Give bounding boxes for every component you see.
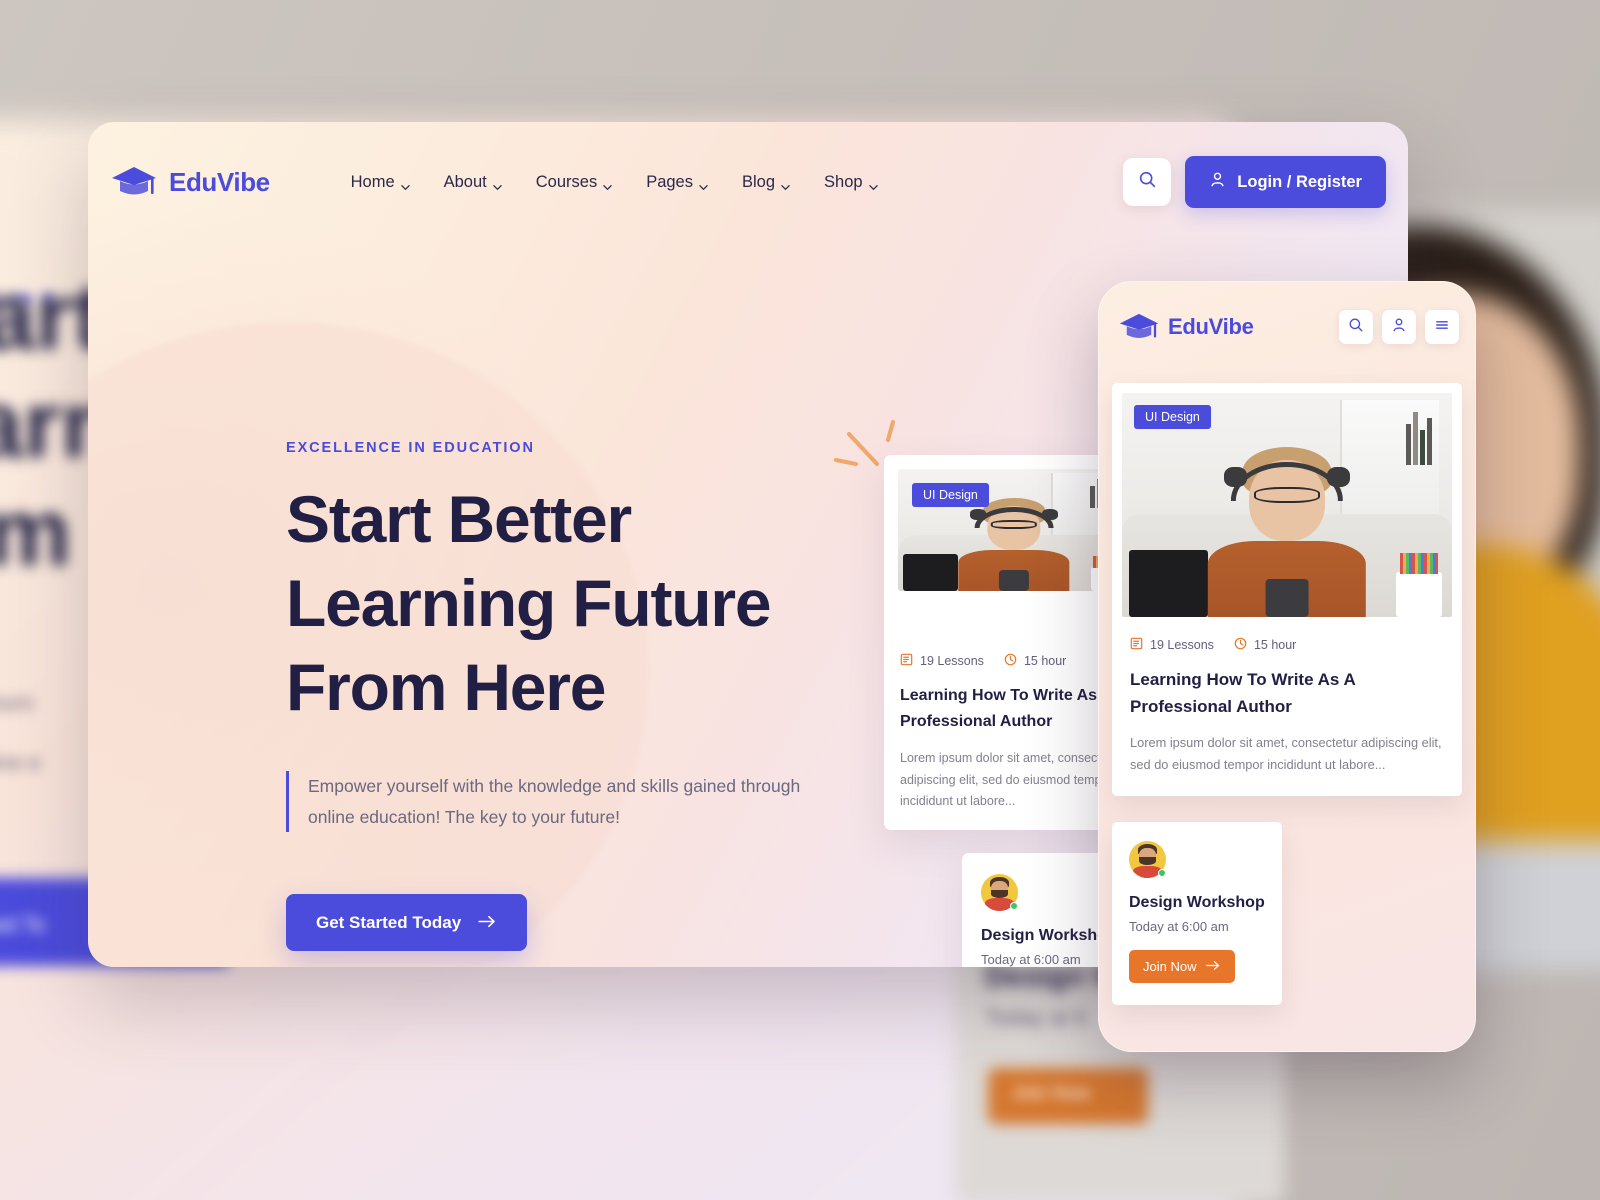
mobile-course-card[interactable]: UI Design 19 Lessons 15 hour Learning Ho… — [1112, 383, 1462, 797]
chevron-down-icon — [699, 178, 708, 190]
brand-name: EduVibe — [169, 166, 270, 197]
main-menu: Home About Courses Pages Blog Shop — [351, 173, 878, 192]
hero-subtitle-wrap: Empower yourself with the knowledge and … — [286, 771, 806, 833]
arrow-right-icon — [478, 913, 497, 933]
nav-label: Pages — [646, 172, 693, 191]
chevron-down-icon — [400, 178, 410, 190]
page-title: Start Better Learning Future From Here — [286, 478, 806, 729]
online-status-dot — [1010, 902, 1018, 910]
graduation-cap-icon — [1118, 312, 1160, 342]
brand-logo[interactable]: EduVibe — [110, 165, 270, 199]
mobile-workshop-time: Today at 6:00 am — [1129, 919, 1229, 935]
mobile-navbar: EduVibe — [1099, 282, 1475, 344]
hero-section: EXCELLENCE IN EDUCATION Start Better Lea… — [286, 440, 806, 952]
lessons-icon — [1130, 637, 1143, 653]
background-join-label: Join Now — [1012, 1083, 1091, 1104]
lessons-label: 19 Lessons — [1150, 638, 1214, 652]
nav-label: Courses — [535, 172, 598, 191]
mobile-brand-logo[interactable]: EduVibe — [1118, 312, 1254, 342]
nav-item-courses[interactable]: Courses — [536, 173, 612, 192]
mobile-workshop-card[interactable]: Design Workshop Today at 6:00 am Join No… — [1112, 822, 1282, 1006]
chevron-down-icon — [493, 178, 502, 190]
clock-icon — [1234, 637, 1247, 653]
mobile-search-button[interactable] — [1339, 310, 1373, 344]
login-register-button[interactable]: Login / Register — [1185, 156, 1386, 208]
course-lessons: 19 Lessons — [900, 653, 984, 669]
nav-item-home[interactable]: Home — [351, 173, 410, 192]
user-icon — [1391, 317, 1407, 338]
chevron-down-icon — [868, 178, 878, 190]
nav-item-about[interactable]: About — [444, 173, 502, 192]
join-label: Join Now — [1143, 959, 1197, 975]
background-workshop-time: Today at 6 — [985, 1005, 1087, 1030]
online-status-dot — [1158, 869, 1166, 878]
nav-item-shop[interactable]: Shop — [824, 173, 878, 192]
login-label: Login / Register — [1237, 172, 1362, 191]
lessons-icon — [900, 653, 913, 669]
nav-item-blog[interactable]: Blog — [742, 173, 790, 192]
arrow-right-icon — [1206, 959, 1221, 974]
nav-label: About — [443, 172, 487, 191]
mobile-mockup: EduVibe UI Design 19 Lessons 15 hour Lea… — [1098, 281, 1476, 1052]
headline-line-2: Learning Future — [286, 565, 772, 640]
headline-line-1: Start Better — [286, 482, 632, 556]
cta-label: Get Started Today — [316, 912, 462, 932]
search-button[interactable] — [1123, 158, 1172, 206]
get-started-button[interactable]: Get Started Today — [286, 894, 528, 952]
mobile-brand-name: EduVibe — [1168, 314, 1254, 339]
mobile-course-title: Learning How To Write As A Professional … — [1130, 670, 1356, 717]
mobile-course-category-badge: UI Design — [1134, 405, 1211, 429]
mobile-course-lessons: 19 Lessons — [1130, 637, 1214, 653]
mobile-course-duration: 15 hour — [1234, 637, 1296, 653]
background-cta-label: ted To — [0, 912, 46, 937]
mobile-course-description: Lorem ipsum dolor sit amet, consectetur … — [1130, 735, 1442, 773]
nav-label: Shop — [824, 172, 863, 191]
lessons-label: 19 Lessons — [920, 654, 984, 668]
avatar — [1129, 841, 1166, 879]
mobile-menu-button[interactable] — [1425, 310, 1459, 344]
navbar-actions: Login / Register — [1123, 156, 1386, 208]
avatar — [981, 874, 1018, 911]
headline-line-3: From Here — [286, 649, 606, 724]
chevron-down-icon — [603, 178, 612, 190]
nav-label: Home — [350, 172, 395, 191]
mobile-course-meta: 19 Lessons 15 hour — [1112, 637, 1462, 653]
nav-item-pages[interactable]: Pages — [646, 173, 708, 192]
hamburger-menu-icon — [1434, 317, 1450, 338]
mobile-nav-actions — [1339, 310, 1459, 344]
graduation-cap-icon — [110, 165, 158, 199]
search-icon — [1348, 317, 1364, 338]
nav-label: Blog — [742, 172, 776, 191]
background-headline-3: m — [0, 479, 72, 586]
mobile-workshop-title: Design Workshop — [1129, 894, 1265, 912]
duration-label: 15 hour — [1253, 638, 1297, 652]
mobile-account-button[interactable] — [1382, 310, 1416, 344]
duration-label: 15 hour — [1023, 654, 1067, 668]
mobile-course-thumbnail: UI Design — [1122, 393, 1452, 617]
background-sub-2: nline e — [0, 750, 41, 775]
hero-eyebrow: EXCELLENCE IN EDUCATION — [286, 440, 535, 456]
course-thumbnail: UI Design — [898, 469, 1130, 591]
course-duration: 15 hour — [1004, 653, 1066, 669]
hero-subtitle: Empower yourself with the knowledge and … — [308, 776, 801, 827]
chevron-down-icon — [781, 178, 790, 190]
user-icon — [1209, 171, 1226, 193]
clock-icon — [1004, 653, 1017, 669]
desktop-navbar: EduVibe Home About Courses Pages Blog Sh… — [88, 122, 1408, 242]
course-category-badge: UI Design — [912, 483, 989, 507]
mobile-join-now-button[interactable]: Join Now — [1129, 950, 1236, 984]
search-icon — [1138, 170, 1157, 194]
background-sub-1: yours — [0, 690, 34, 715]
